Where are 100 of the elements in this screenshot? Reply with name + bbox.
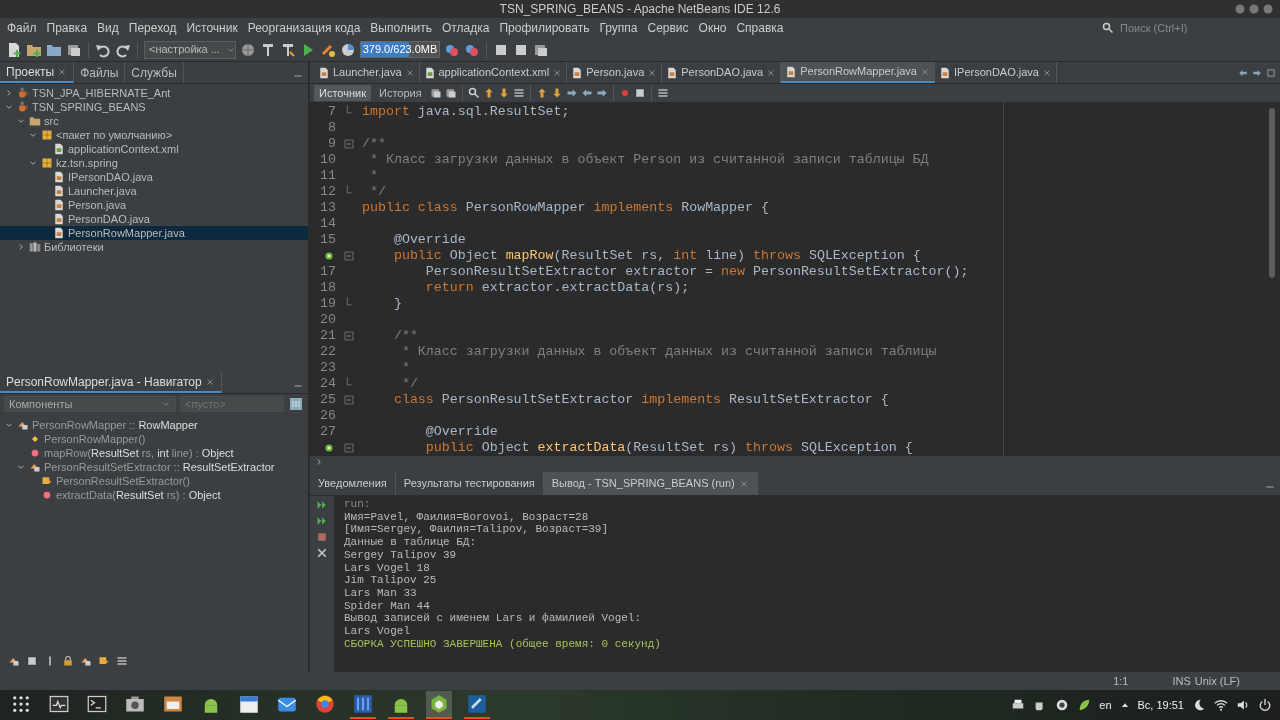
menu-item[interactable]: Выполнить	[365, 19, 437, 37]
tree-item[interactable]: applicationContext.xml	[0, 142, 308, 156]
tree-item[interactable]: Библиотеки	[0, 240, 308, 254]
view-tab[interactable]: История	[373, 85, 427, 101]
code-line: */	[368, 183, 386, 202]
editor-tab[interactable]: Launcher.java	[314, 62, 420, 83]
rerun-icon[interactable]	[316, 515, 328, 527]
hammer-icon[interactable]	[260, 41, 276, 58]
tree-item[interactable]: PersonRowMapper.java	[0, 226, 308, 240]
forward-icon[interactable]	[565, 87, 578, 99]
output-tab[interactable]: Результаты тестирования	[395, 472, 544, 495]
menu-item[interactable]: Переход	[123, 19, 182, 37]
menu-item[interactable]: Вид	[92, 19, 124, 37]
scrollbar[interactable]	[1269, 108, 1275, 278]
maximize-button[interactable]	[1248, 3, 1260, 15]
square-icon[interactable]	[26, 655, 38, 667]
editor-tab[interactable]: applicationContext.xml	[419, 62, 568, 83]
line-number: 9	[328, 135, 336, 154]
line-number: 25	[320, 391, 336, 410]
output-line: СБОРКА УСПЕШНО ЗАВЕРШЕНА (общее время: 0 секунд)	[344, 637, 662, 651]
stop-icon[interactable]	[633, 87, 646, 99]
close-icon[interactable]	[552, 67, 563, 78]
menu-item[interactable]: Файл	[2, 19, 42, 37]
output-line: Spider Man 44	[344, 599, 431, 613]
menu-item[interactable]: Источник	[181, 19, 243, 37]
configuration-select[interactable]: <настройка ...	[144, 40, 236, 59]
moon-icon[interactable]	[1192, 698, 1206, 712]
close-icon[interactable]	[1042, 67, 1052, 78]
code-line: public class PersonRowMapper implements RowMapper {	[362, 199, 769, 218]
wifi-icon[interactable]	[1214, 698, 1228, 712]
leaf-icon[interactable]	[1077, 698, 1092, 712]
panel-tab[interactable]: Файлы	[74, 62, 126, 83]
new-file-icon[interactable]	[6, 41, 22, 58]
printer-icon[interactable]	[1011, 698, 1026, 712]
close-icon[interactable]	[57, 66, 68, 77]
clean-build-icon[interactable]	[280, 41, 296, 58]
keyboard-layout[interactable]: en	[1099, 696, 1112, 714]
class-icon[interactable]	[8, 655, 20, 667]
tree-item[interactable]: TSN_SPRING_BEANS	[0, 100, 308, 114]
profile-icon[interactable]	[340, 41, 356, 58]
xml-file-icon	[423, 66, 436, 79]
tree-item[interactable]: kz.tsn.spring	[0, 156, 308, 170]
back-icon[interactable]	[580, 87, 593, 99]
tree-item[interactable]: Launcher.java	[0, 184, 308, 198]
panel-tab[interactable]: Службы	[125, 62, 184, 83]
close-icon[interactable]	[204, 376, 215, 387]
tree-item[interactable]: Person.java	[0, 198, 308, 212]
constructor-icon	[41, 475, 53, 487]
tree-item[interactable]: <пакет по умолчанию>	[0, 128, 308, 142]
comment-icon[interactable]	[656, 87, 669, 99]
code-line: @Override	[392, 231, 466, 250]
filter-select[interactable]: Компоненты	[4, 396, 176, 412]
view-tab[interactable]: Источник	[314, 85, 371, 101]
tree-item[interactable]: src	[0, 114, 308, 128]
taskbar-button[interactable]	[426, 691, 452, 719]
restore-icon[interactable]	[1266, 67, 1276, 78]
close-icon[interactable]	[404, 67, 415, 78]
close-button[interactable]	[1262, 3, 1274, 15]
search-field[interactable]: Поиск (Ctrl+I)	[1118, 18, 1268, 38]
menu-item[interactable]: Отладка	[437, 19, 495, 37]
panel-tab[interactable]: PersonRowMapper.java - Навигатор	[0, 372, 222, 393]
record-icon[interactable]	[1055, 698, 1070, 712]
tree-item[interactable]: TSN_JPA_HIBERNATE_Ant	[0, 86, 308, 100]
volume-icon[interactable]	[1236, 698, 1250, 712]
power-icon[interactable]	[1258, 698, 1272, 712]
tools-icon[interactable]	[316, 547, 328, 559]
rerun-icon[interactable]	[316, 499, 328, 511]
close-icon[interactable]	[766, 67, 777, 78]
toggle-icon[interactable]	[512, 87, 525, 99]
output-tab[interactable]: Вывод - TSN_SPRING_BEANS (run)	[543, 472, 758, 495]
search-icon[interactable]	[467, 87, 480, 99]
menu-item[interactable]: Правка	[41, 19, 93, 37]
minimize-button[interactable]	[1234, 3, 1246, 15]
line-number: 24	[320, 375, 336, 394]
editor-tab[interactable]: Person.java	[567, 62, 663, 83]
forward-icon[interactable]	[595, 87, 608, 99]
history-icon[interactable]	[444, 87, 457, 99]
menu-item[interactable]: Реорганизация кода	[242, 19, 366, 37]
line-number: 17	[320, 263, 336, 282]
menu-item[interactable]: Справка	[731, 19, 789, 37]
menu-item[interactable]: Профилировать	[494, 19, 595, 37]
clock[interactable]: Вс, 19:51	[1137, 696, 1184, 714]
line-number: 23	[320, 359, 336, 378]
output-tab[interactable]: Уведомления	[310, 472, 396, 495]
close-icon[interactable]	[647, 67, 658, 78]
tree-item[interactable]: PersonDAO.java	[0, 212, 308, 226]
menu-item[interactable]: Сервис	[642, 19, 694, 37]
tree-item[interactable]: IPersonDAO.java	[0, 170, 308, 184]
class-icon[interactable]	[80, 655, 92, 667]
sort-icon[interactable]	[116, 655, 128, 667]
editor-tab[interactable]: IPersonDAO.java	[935, 62, 1057, 83]
editor-tab[interactable]: PersonRowMapper.java	[781, 62, 935, 83]
history-icon[interactable]	[429, 87, 442, 99]
constructor-icon[interactable]	[98, 655, 110, 667]
filter-icon[interactable]	[288, 396, 304, 412]
globe-icon[interactable]	[240, 41, 256, 58]
panel-tab[interactable]: Проекты	[0, 62, 75, 83]
lock-icon[interactable]	[62, 655, 74, 667]
menu-item[interactable]: Группа	[594, 19, 643, 37]
menu-item[interactable]: Окно	[693, 19, 732, 37]
